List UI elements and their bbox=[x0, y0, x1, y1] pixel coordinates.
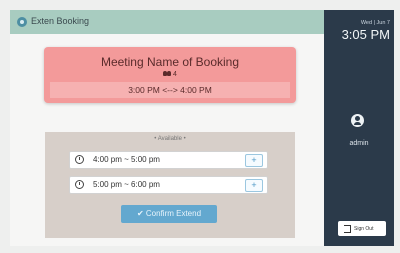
time-slot-label: 5:00 pm ~ 6:00 pm bbox=[93, 180, 160, 189]
time-slot[interactable]: 5:00 pm ~ 6:00 pm + bbox=[69, 176, 268, 194]
clock-icon bbox=[75, 155, 84, 164]
user-icon bbox=[351, 114, 364, 127]
clock-icon bbox=[75, 180, 84, 189]
time-slot[interactable]: 4:00 pm ~ 5:00 pm + bbox=[69, 151, 268, 169]
availability-panel: • Available • 4:00 pm ~ 5:00 pm + 5:00 p… bbox=[45, 132, 295, 238]
current-date: Wed | Jun 7 bbox=[360, 20, 390, 26]
sign-out-button[interactable]: Sign Out bbox=[338, 221, 386, 236]
attendee-count-row: 4 bbox=[44, 71, 296, 78]
page-title: Exten Booking bbox=[31, 16, 90, 26]
sidebar: Wed | Jun 7 3:05 PM admin Sign Out bbox=[324, 10, 394, 246]
booking-time-band: 3:00 PM <--> 4:00 PM bbox=[50, 82, 290, 98]
booking-card: Meeting Name of Booking 4 3:00 PM <--> 4… bbox=[44, 47, 296, 103]
top-bar: Exten Booking bbox=[10, 10, 324, 34]
back-icon[interactable] bbox=[17, 17, 27, 27]
booking-screen: Exten Booking Meeting Name of Booking 4 … bbox=[10, 10, 394, 246]
booking-name: Meeting Name of Booking bbox=[100, 55, 240, 69]
sign-out-label: Sign Out bbox=[354, 226, 374, 232]
booking-time-range: 3:00 PM <--> 4:00 PM bbox=[128, 85, 212, 95]
add-slot-button[interactable]: + bbox=[245, 154, 263, 167]
people-icon bbox=[163, 71, 172, 77]
availability-label: • Available • bbox=[154, 136, 186, 142]
attendee-count: 4 bbox=[173, 71, 177, 78]
confirm-extend-button[interactable]: ✔ Confirm Extend bbox=[121, 205, 217, 223]
add-slot-button[interactable]: + bbox=[245, 179, 263, 192]
time-slot-label: 4:00 pm ~ 5:00 pm bbox=[93, 155, 160, 164]
current-time: 3:05 PM bbox=[341, 27, 390, 42]
username: admin bbox=[349, 140, 369, 147]
sign-out-icon bbox=[344, 225, 351, 233]
